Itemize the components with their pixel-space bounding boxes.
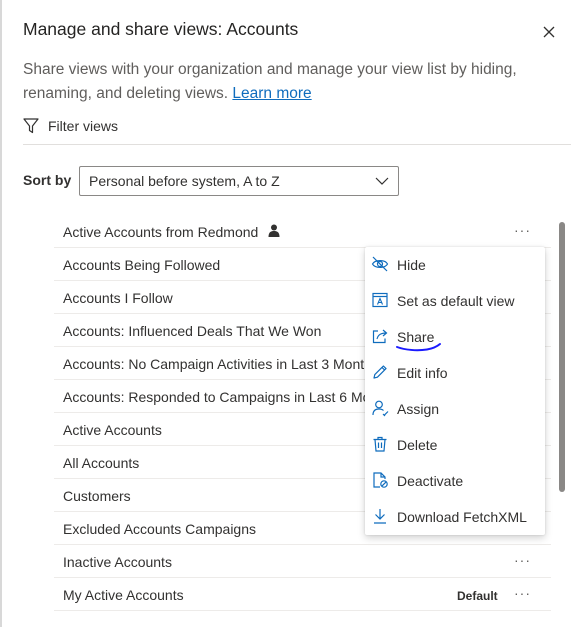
share-icon <box>372 329 388 344</box>
menu-item-label: Deactivate <box>397 473 464 489</box>
sort-selected-value: Personal before system, A to Z <box>89 173 280 189</box>
view-name: Active Accounts <box>63 422 162 438</box>
menu-item-delete[interactable]: Delete <box>365 427 545 463</box>
view-name: Inactive Accounts <box>63 554 172 570</box>
menu-item-edit-info[interactable]: Edit info <box>365 355 545 391</box>
scrollbar-thumb[interactable] <box>559 222 565 492</box>
left-edge <box>0 0 2 627</box>
download-icon <box>374 509 386 524</box>
sort-label: Sort by <box>23 172 72 188</box>
view-name: Active Accounts from Redmond <box>63 224 259 240</box>
more-options-button[interactable]: ··· <box>514 553 531 567</box>
close-button[interactable] <box>538 21 560 43</box>
view-row[interactable]: Inactive Accounts ··· <box>54 545 551 578</box>
sort-dropdown[interactable]: Personal before system, A to Z <box>79 166 399 196</box>
dialog-title: Manage and share views: Accounts <box>23 19 299 39</box>
view-name: Accounts I Follow <box>63 290 173 306</box>
more-options-button[interactable]: ··· <box>514 586 531 600</box>
context-menu: Hide Set as default view Share Edit info… <box>365 247 545 535</box>
menu-item-hide[interactable]: Hide <box>365 247 545 283</box>
learn-more-link[interactable]: Learn more <box>232 85 311 102</box>
person-icon <box>268 224 280 237</box>
view-name: My Active Accounts <box>63 587 184 603</box>
deactivate-icon <box>373 472 388 488</box>
menu-item-label: Delete <box>397 437 438 453</box>
view-name: Accounts: Influenced Deals That We Won <box>63 323 322 339</box>
filter-views-label: Filter views <box>48 118 119 134</box>
view-name: Excluded Accounts Campaigns <box>63 521 256 537</box>
menu-item-share[interactable]: Share <box>365 319 545 355</box>
filter-icon <box>23 118 39 134</box>
default-badge: Default <box>457 589 498 603</box>
filter-views-button[interactable]: Filter views <box>23 116 118 136</box>
menu-item-set-default[interactable]: Set as default view <box>365 283 545 319</box>
default-view-icon <box>372 292 388 308</box>
view-name: Customers <box>63 488 131 504</box>
hide-eye-icon <box>371 256 389 272</box>
view-row[interactable]: Active Accounts from Redmond ··· <box>54 215 551 248</box>
view-name: Accounts Being Followed <box>63 257 221 273</box>
more-options-button[interactable]: ··· <box>514 223 531 237</box>
view-row[interactable]: My Active Accounts Default ··· <box>54 578 551 611</box>
close-icon <box>543 26 555 38</box>
view-name: Accounts: No Campaign Activities in Last… <box>63 356 379 372</box>
chevron-down-icon <box>375 177 389 185</box>
divider <box>23 144 571 145</box>
pencil-icon <box>373 365 387 379</box>
menu-item-label: Assign <box>397 401 440 417</box>
trash-icon <box>373 436 387 452</box>
menu-item-label: Edit info <box>397 365 448 381</box>
menu-item-label: Download FetchXML <box>397 509 527 525</box>
menu-item-label: Hide <box>397 257 426 273</box>
view-name: Accounts: Responded to Campaigns in Last… <box>63 389 397 405</box>
menu-item-download-fetchxml[interactable]: Download FetchXML <box>365 499 545 535</box>
view-name: All Accounts <box>63 455 140 471</box>
dialog-description: Share views with your organization and m… <box>23 58 543 106</box>
share-annotation-underline <box>396 343 441 352</box>
assign-person-icon <box>372 400 389 417</box>
menu-item-label: Set as default view <box>397 293 515 309</box>
menu-item-assign[interactable]: Assign <box>365 391 545 427</box>
menu-item-deactivate[interactable]: Deactivate <box>365 463 545 499</box>
